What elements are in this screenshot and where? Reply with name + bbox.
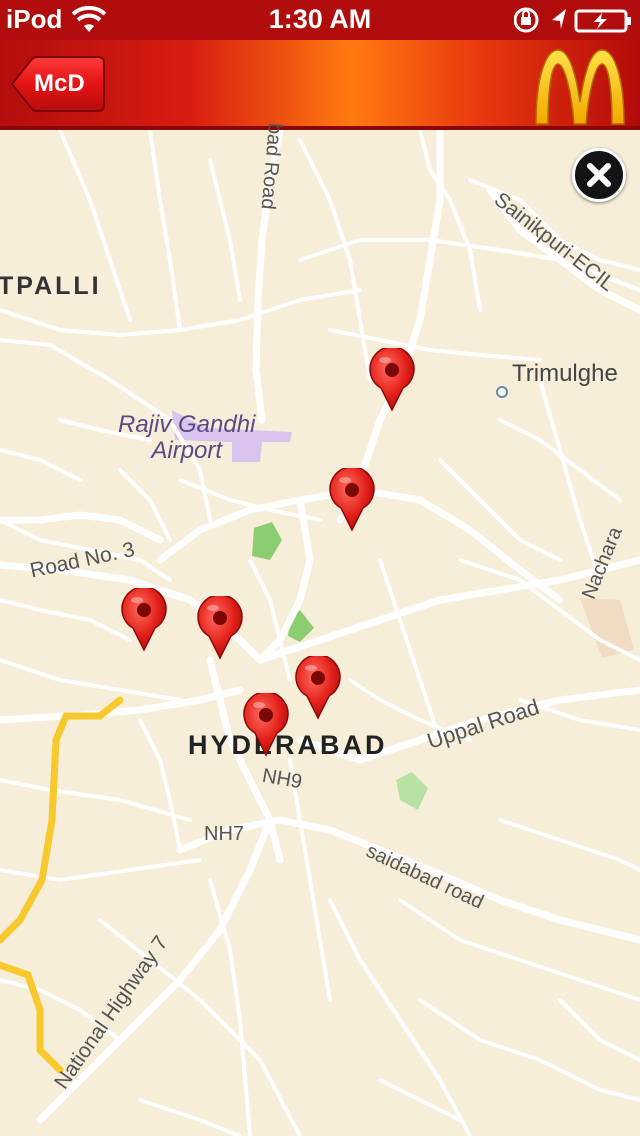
location-pin[interactable] [327, 468, 377, 532]
label-airport: Rajiv Gandhi Airport [118, 411, 256, 464]
trimulgherry-dot [496, 386, 508, 398]
battery-icon [574, 9, 631, 33]
back-button-label: McD [34, 70, 85, 97]
rotation-lock-icon [514, 7, 539, 33]
label-trimulgherry: Trimulghe [512, 360, 618, 387]
location-pin[interactable] [293, 656, 343, 720]
status-bar: iPod 1:30 AM [0, 0, 640, 40]
label-nh7: NH7 [204, 823, 245, 845]
location-pin[interactable] [241, 693, 291, 757]
nav-bar: McD [0, 40, 640, 130]
map-view[interactable]: TPALLI Rajiv Gandhi Airport Trimulghe Ro… [0, 122, 640, 1136]
location-arrow-icon [552, 9, 566, 29]
status-icons [514, 7, 631, 33]
close-icon [587, 163, 611, 187]
mcdonalds-logo [535, 49, 625, 125]
label-kukatpalli: TPALLI [0, 272, 102, 300]
location-pin[interactable] [119, 588, 169, 652]
close-button[interactable] [572, 148, 626, 202]
location-pin[interactable] [367, 348, 417, 412]
back-button[interactable]: McD [10, 56, 106, 112]
location-pin[interactable] [195, 596, 245, 660]
